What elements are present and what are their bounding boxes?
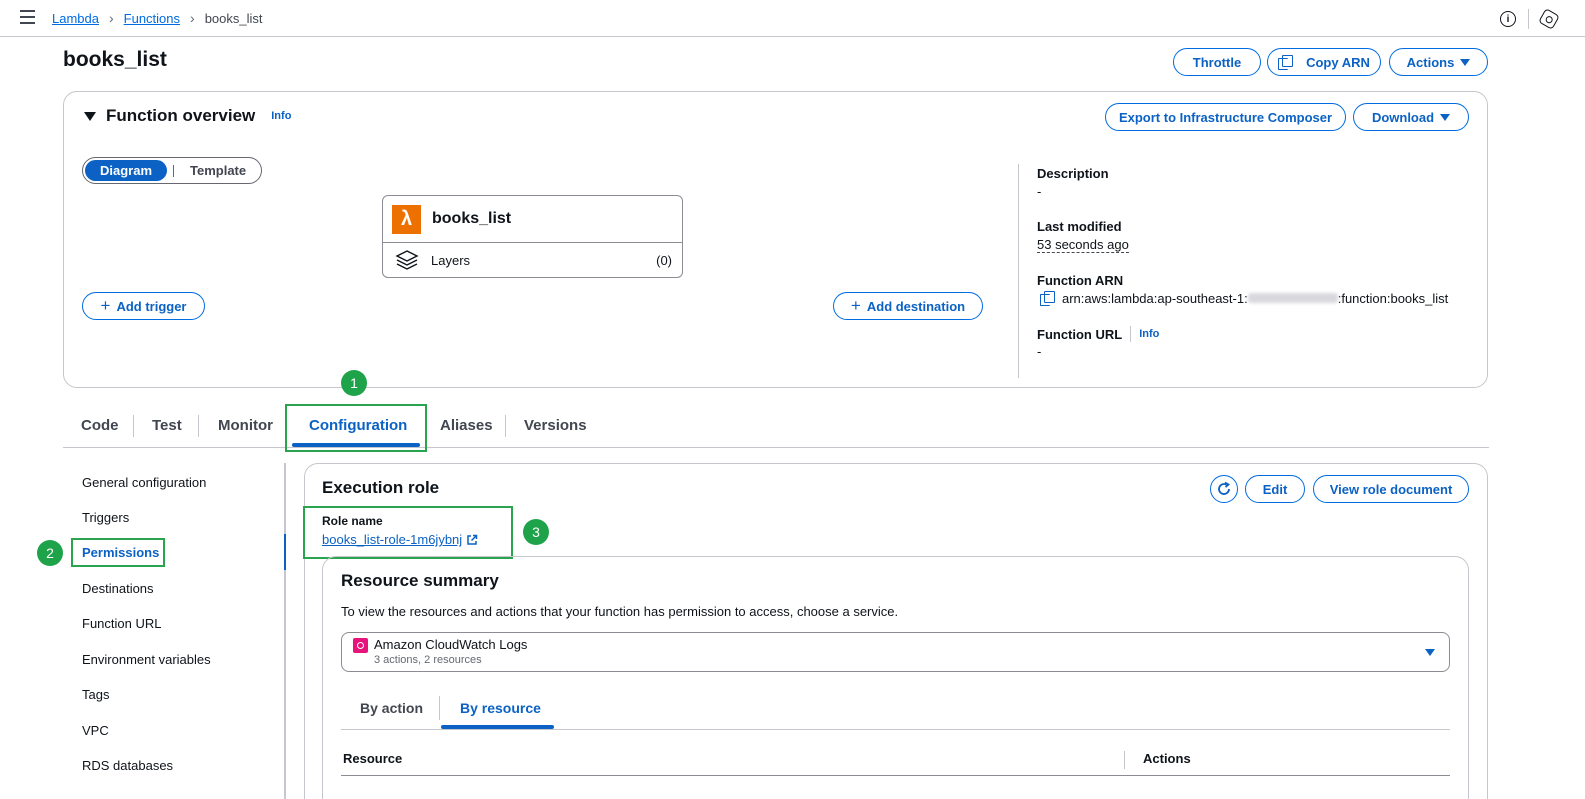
sidenav-environment-variables[interactable]: Environment variables [82, 652, 211, 667]
function-tabs: Code Test Monitor Configuration Aliases … [63, 411, 1489, 448]
sidenav-vpc[interactable]: VPC [82, 723, 109, 738]
collapse-triangle-icon[interactable] [84, 111, 96, 121]
function-url-info-link[interactable]: Info [1139, 328, 1159, 340]
service-select-value: Amazon CloudWatch Logs [374, 637, 528, 652]
active-subtab-indicator [441, 725, 554, 729]
resource-summary-description: To view the resources and actions that y… [341, 604, 899, 619]
edit-button[interactable]: Edit [1245, 475, 1305, 503]
divider [173, 164, 174, 177]
breadcrumb-functions[interactable]: Functions [124, 11, 180, 26]
description-label: Description [1037, 166, 1109, 181]
lambda-icon: λ [392, 204, 421, 234]
actions-button[interactable]: Actions [1389, 48, 1488, 76]
cloudwatch-logs-icon [353, 638, 368, 653]
last-modified-label: Last modified [1037, 219, 1122, 234]
sidenav-active-indicator [284, 534, 286, 570]
sidenav-general-configuration[interactable]: General configuration [82, 475, 206, 490]
layers-icon [395, 250, 419, 270]
function-diagram-box[interactable]: λ books_list Layers (0) [382, 195, 683, 278]
breadcrumb: Lambda › Functions › books_list [52, 10, 263, 26]
sidenav-rds-databases[interactable]: RDS databases [82, 758, 173, 773]
template-toggle[interactable]: Template [180, 163, 246, 178]
redacted-account-id [1247, 293, 1338, 303]
layers-row[interactable]: Layers (0) [383, 243, 682, 277]
sidenav-destinations[interactable]: Destinations [82, 581, 154, 596]
section-title: Function overview [106, 106, 256, 125]
copy-arn-button[interactable]: Copy ARN [1267, 48, 1381, 76]
caret-down-icon [1440, 113, 1451, 121]
tab-by-resource[interactable]: By resource [460, 700, 541, 716]
function-url-value: - [1037, 344, 1042, 359]
menu-icon[interactable] [20, 10, 35, 25]
copy-icon [1278, 55, 1294, 70]
highlight-role-name [303, 506, 513, 559]
divider [439, 696, 440, 720]
tab-by-action[interactable]: By action [360, 700, 423, 716]
divider [505, 415, 506, 437]
step-badge-3: 3 [523, 519, 549, 545]
tab-code[interactable]: Code [81, 417, 119, 434]
function-name: books_list [432, 210, 512, 227]
chevron-right-icon: › [108, 10, 114, 26]
add-destination-button[interactable]: + Add destination [833, 292, 983, 320]
divider [198, 415, 199, 437]
execution-role-title: Execution role [322, 478, 440, 497]
function-arn-label: Function ARN [1037, 273, 1124, 288]
plus-icon: + [100, 296, 111, 315]
caret-down-icon [1460, 58, 1471, 66]
column-header-actions[interactable]: Actions [1143, 751, 1191, 766]
layers-count: (0) [656, 252, 672, 268]
refresh-icon [1218, 481, 1231, 495]
add-trigger-button[interactable]: + Add trigger [82, 292, 205, 320]
divider [1018, 164, 1019, 378]
function-overview-header[interactable]: Function overview Info [84, 106, 291, 126]
function-overview-card [63, 91, 1488, 388]
info-icon[interactable]: i [1500, 11, 1516, 27]
layers-label: Layers [431, 252, 471, 268]
service-select[interactable]: Amazon CloudWatch Logs 3 actions, 2 reso… [341, 632, 1450, 672]
service-select-detail: 3 actions, 2 resources [374, 654, 482, 666]
step-badge-2: 2 [37, 540, 63, 566]
caret-down-icon [1425, 649, 1435, 656]
chevron-right-icon: › [190, 10, 195, 26]
tab-monitor[interactable]: Monitor [218, 417, 273, 434]
tab-aliases[interactable]: Aliases [440, 417, 493, 434]
top-navigation-bar: Lambda › Functions › books_list i [0, 0, 1585, 37]
breadcrumb-lambda[interactable]: Lambda [52, 11, 99, 26]
refresh-button[interactable] [1210, 475, 1238, 503]
divider [133, 415, 134, 437]
description-value: - [1037, 184, 1042, 199]
column-header-resource[interactable]: Resource [343, 751, 402, 766]
copy-icon[interactable] [1040, 291, 1055, 306]
page-title: books_list [63, 48, 167, 71]
highlight-configuration-tab [285, 404, 427, 452]
tab-versions[interactable]: Versions [524, 417, 587, 434]
function-arn-value: arn:aws:lambda:ap-southeast-1::function:… [1040, 291, 1448, 306]
view-role-document-button[interactable]: View role document [1313, 475, 1469, 503]
tab-test[interactable]: Test [152, 417, 182, 434]
download-button[interactable]: Download [1353, 103, 1469, 131]
step-badge-1: 1 [341, 370, 367, 396]
function-url-label: Function URL Info [1037, 326, 1160, 342]
diagram-toggle[interactable]: Diagram [85, 160, 167, 181]
sidenav-tags[interactable]: Tags [82, 687, 109, 702]
resource-summary-box [322, 556, 1469, 799]
sidenav-triggers[interactable]: Triggers [82, 510, 129, 525]
plus-icon: + [850, 296, 861, 315]
divider [1528, 9, 1529, 29]
throttle-button[interactable]: Throttle [1173, 48, 1261, 76]
last-modified-value: 53 seconds ago [1037, 237, 1129, 253]
view-toggle: Diagram Template [82, 157, 262, 184]
resource-summary-title: Resource summary [341, 571, 499, 590]
export-composer-button[interactable]: Export to Infrastructure Composer [1105, 103, 1346, 131]
info-link[interactable]: Info [271, 110, 291, 122]
breadcrumb-current: books_list [204, 10, 263, 26]
settings-hex-icon[interactable] [1538, 8, 1560, 30]
table-header-divider [341, 775, 1450, 776]
sidenav-rail [284, 463, 286, 799]
sidenav-function-url[interactable]: Function URL [82, 616, 161, 631]
column-divider[interactable] [1124, 751, 1125, 769]
highlight-permissions [71, 538, 165, 567]
